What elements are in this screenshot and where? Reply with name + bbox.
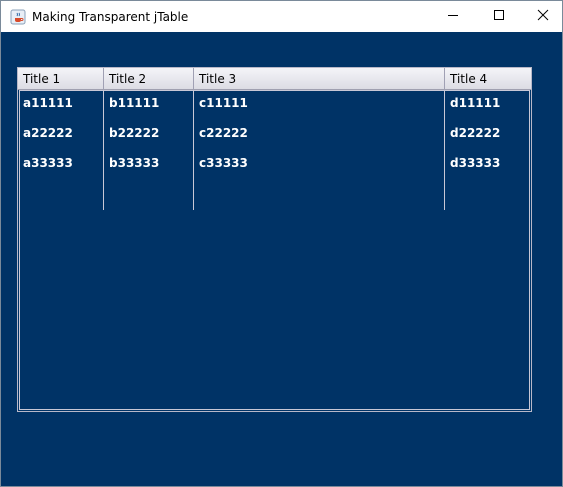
column-header[interactable]: Title 1 bbox=[18, 68, 104, 89]
table-cell[interactable]: a11111 bbox=[18, 90, 104, 120]
table-header: Title 1 Title 2 Title 3 Title 4 bbox=[18, 68, 531, 90]
title-bar[interactable]: Making Transparent jTable bbox=[1, 1, 562, 32]
table-row[interactable]: a33333 b33333 c33333 d33333 bbox=[18, 150, 531, 180]
table-body: a11111 b11111 c11111 d11111 a22222 b2222… bbox=[18, 90, 531, 210]
table-cell-blank bbox=[18, 180, 104, 210]
table-row-blank bbox=[18, 180, 531, 210]
close-icon bbox=[537, 9, 549, 24]
minimize-button[interactable] bbox=[430, 1, 476, 32]
table-cell-blank bbox=[194, 180, 445, 210]
column-header[interactable]: Title 3 bbox=[194, 68, 445, 89]
table-cell[interactable]: b11111 bbox=[104, 90, 194, 120]
window-title: Making Transparent jTable bbox=[32, 10, 189, 24]
maximize-icon bbox=[493, 9, 505, 24]
table-cell[interactable]: c11111 bbox=[194, 90, 445, 120]
column-header[interactable]: Title 2 bbox=[104, 68, 194, 89]
app-window: Making Transparent jTable Title 1 Title … bbox=[0, 0, 563, 487]
maximize-button[interactable] bbox=[476, 1, 522, 32]
table-cell[interactable]: c33333 bbox=[194, 150, 445, 180]
close-button[interactable] bbox=[520, 1, 563, 32]
table-cell-blank bbox=[104, 180, 194, 210]
column-header[interactable]: Title 4 bbox=[445, 68, 531, 89]
table-cell[interactable]: d11111 bbox=[445, 90, 531, 120]
table-row[interactable]: a22222 b22222 c22222 d22222 bbox=[18, 120, 531, 150]
table-scroll-pane[interactable]: Title 1 Title 2 Title 3 Title 4 a11111 b… bbox=[17, 67, 532, 412]
java-cup-icon bbox=[10, 9, 26, 25]
table-cell[interactable]: b22222 bbox=[104, 120, 194, 150]
table-cell[interactable]: a33333 bbox=[18, 150, 104, 180]
table-cell-blank bbox=[445, 180, 531, 210]
table-row[interactable]: a11111 b11111 c11111 d11111 bbox=[18, 90, 531, 120]
table-cell[interactable]: d22222 bbox=[445, 120, 531, 150]
minimize-icon bbox=[447, 9, 459, 24]
table-cell[interactable]: c22222 bbox=[194, 120, 445, 150]
table-cell[interactable]: b33333 bbox=[104, 150, 194, 180]
table-cell[interactable]: a22222 bbox=[18, 120, 104, 150]
table-cell[interactable]: d33333 bbox=[445, 150, 531, 180]
content-pane: Title 1 Title 2 Title 3 Title 4 a11111 b… bbox=[1, 32, 562, 486]
